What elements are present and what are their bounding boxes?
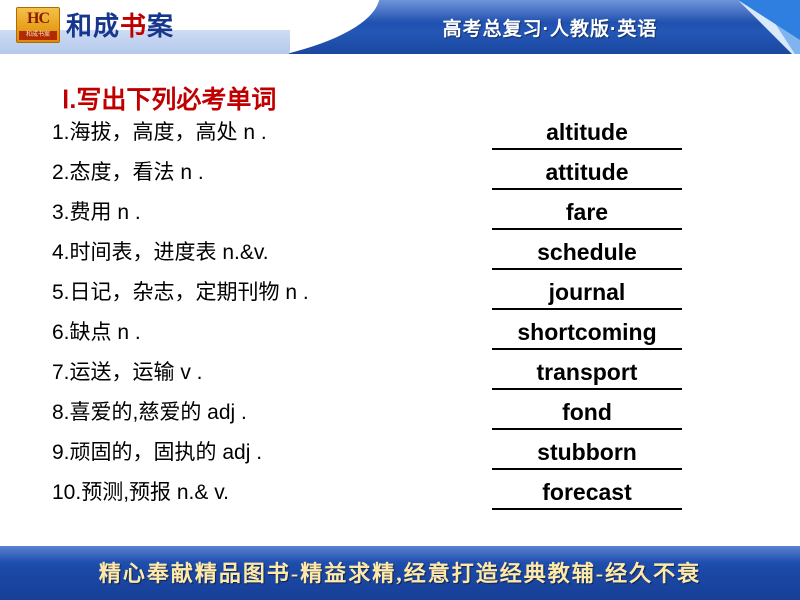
list-item: 4.时间表，进度表 n.&v. schedule xyxy=(52,236,752,276)
item-prompt: 4.时间表，进度表 n.&v. xyxy=(52,241,269,264)
item-prompt: 8.喜爱的,慈爱的 adj . xyxy=(52,401,247,424)
slide-body: Ⅰ.写出下列必考单词 1.海拔，高度，高处 n . altitude 2.态度，… xyxy=(0,54,800,546)
item-answer-blank: schedule xyxy=(492,236,682,270)
item-prompt: 3.费用 n . xyxy=(52,201,141,224)
corner-ribbon-decoration xyxy=(738,0,800,54)
item-prompt: 5.日记，杂志，定期刊物 n . xyxy=(52,281,309,304)
logo-badge-caption: 和成书案 xyxy=(19,30,57,40)
item-answer-blank: altitude xyxy=(492,116,682,150)
item-prompt: 7.运送，运输 v . xyxy=(52,361,203,384)
footer-slogan: 精心奉献精品图书-精益求精,经意打造经典教辅-经久不衰 xyxy=(98,561,702,586)
item-answer: altitude xyxy=(546,119,628,145)
item-answer-blank: attitude xyxy=(492,156,682,190)
item-answer-blank: fond xyxy=(492,396,682,430)
item-answer: fare xyxy=(565,199,609,225)
section-title: Ⅰ.写出下列必考单词 xyxy=(62,86,277,114)
brand-name-red: 书 xyxy=(120,12,148,41)
item-answer: stubborn xyxy=(537,439,637,465)
list-item: 1.海拔，高度，高处 n . altitude xyxy=(52,116,752,156)
list-item: 10.预测,预报 n.& v. forecast xyxy=(52,476,752,516)
item-answer-blank: fare xyxy=(492,196,682,230)
brand-logo: HC 和成书案 和成书案 xyxy=(16,6,174,43)
brand-name: 和成书案 xyxy=(66,6,174,43)
item-prompt: 2.态度，看法 n . xyxy=(52,161,204,184)
list-item: 3.费用 n . fare xyxy=(52,196,752,236)
list-item: 8.喜爱的,慈爱的 adj . fond xyxy=(52,396,752,436)
item-answer: forecast xyxy=(542,479,632,505)
item-prompt: 9.顽固的，固执的 adj . xyxy=(52,441,263,464)
slide: HC 和成书案 和成书案 高考总复习·人教版·英语 Ⅰ.写出下列必考单词 1.海… xyxy=(0,0,800,600)
item-answer: attitude xyxy=(545,159,629,185)
brand-name-part1: 和成 xyxy=(66,12,121,41)
logo-badge-icon: HC 和成书案 xyxy=(16,6,60,43)
item-answer: journal xyxy=(548,279,626,305)
item-answer-blank: journal xyxy=(492,276,682,310)
item-answer: fond xyxy=(562,399,612,425)
list-item: 5.日记，杂志，定期刊物 n . journal xyxy=(52,276,752,316)
header-title: 高考总复习·人教版·英语 xyxy=(442,19,658,40)
list-item: 6.缺点 n . shortcoming xyxy=(52,316,752,356)
corner-layer-dark xyxy=(738,0,800,40)
item-answer: transport xyxy=(536,359,638,385)
vocabulary-list: 1.海拔，高度，高处 n . altitude 2.态度，看法 n . atti… xyxy=(52,116,752,516)
item-answer: shortcoming xyxy=(517,319,657,345)
slide-footer: 精心奉献精品图书-精益求精,经意打造经典教辅-经久不衰 xyxy=(0,546,800,600)
item-answer-blank: shortcoming xyxy=(492,316,682,350)
logo-badge-initials: HC xyxy=(27,9,50,27)
list-item: 7.运送，运输 v . transport xyxy=(52,356,752,396)
item-answer-blank: transport xyxy=(492,356,682,390)
slide-header: HC 和成书案 和成书案 高考总复习·人教版·英语 xyxy=(0,0,800,54)
item-prompt: 1.海拔，高度，高处 n . xyxy=(52,121,267,144)
item-answer-blank: stubborn xyxy=(492,436,682,470)
item-answer: schedule xyxy=(537,239,637,265)
list-item: 2.态度，看法 n . attitude xyxy=(52,156,752,196)
list-item: 9.顽固的，固执的 adj . stubborn xyxy=(52,436,752,476)
item-answer-blank: forecast xyxy=(492,476,682,510)
item-prompt: 6.缺点 n . xyxy=(52,321,141,344)
brand-name-part2: 案 xyxy=(147,12,175,41)
item-prompt: 10.预测,预报 n.& v. xyxy=(52,481,229,504)
